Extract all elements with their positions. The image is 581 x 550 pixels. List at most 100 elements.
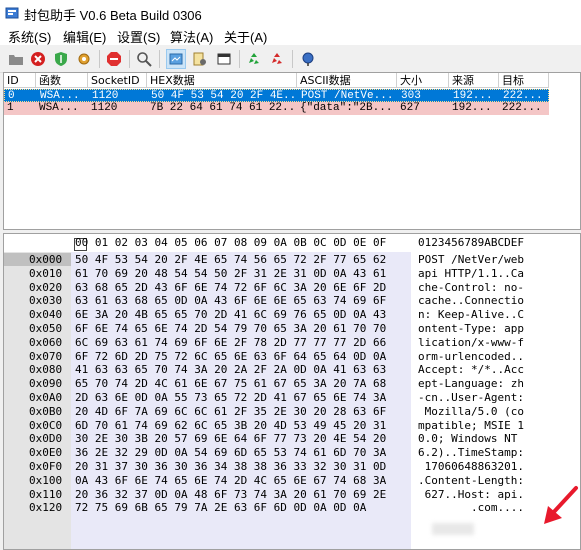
hex-bytes[interactable]: 50 4F 53 54 20 2F 4E 65 74 56 65 72 2F 7… — [75, 253, 386, 515]
menu-edit[interactable]: 编辑(E) — [63, 27, 106, 46]
hex-line: 2D 63 6E 0D 0A 55 73 65 72 2D 41 67 65 6… — [75, 390, 387, 404]
menu-system[interactable]: 系统(S) — [8, 27, 51, 46]
capture-icon[interactable] — [166, 49, 186, 69]
column-header-target[interactable]: 目标 — [499, 73, 549, 88]
packet-list[interactable]: ID 函数 SocketID HEX数据 ASCII数据 大小 来源 目标 0 … — [3, 72, 581, 230]
hex-column-header: 00 01 02 03 04 05 06 07 08 09 0A 0B 0C 0… — [75, 236, 387, 249]
ascii-line: Accept: */*..Acc — [418, 363, 524, 377]
ascii-line: ontent-Type: app — [418, 321, 524, 335]
hex-line: 72 75 69 6B 65 79 7A 2E 63 6F 6D 0D 0A 0… — [75, 501, 367, 515]
hex-offset: 0x090 — [29, 377, 63, 391]
redacted-region — [432, 523, 474, 535]
app-icon — [5, 7, 19, 19]
ascii-line: .com.... — [418, 501, 524, 515]
hex-line: 20 31 37 30 36 30 36 34 38 38 36 33 32 3… — [75, 459, 387, 473]
toolbar-separator — [239, 50, 240, 68]
ascii-line: lication/x-www-f — [418, 335, 524, 349]
ascii-line: 6.2)..TimeStamp: — [418, 446, 524, 460]
stop-sign-icon[interactable] — [104, 49, 124, 69]
cell-size: 627 — [400, 102, 420, 114]
hex-line: 41 63 63 65 70 74 3A 20 2A 2F 2A 0D 0A 4… — [75, 363, 387, 377]
hex-offset: 0x120 — [29, 501, 63, 515]
offset-list: 0x000 0x010 0x020 0x030 0x040 0x050 0x060 0x070… — [29, 253, 62, 515]
hex-line: 6C 69 63 61 74 69 6F 6E 2F 78 2D 77 77 7… — [75, 335, 387, 349]
column-header-socketid[interactable]: SocketID — [88, 73, 147, 88]
column-header-id[interactable]: ID — [4, 73, 36, 88]
hex-line: 61 70 69 20 48 54 54 50 2F 31 2E 31 0D 0… — [75, 266, 387, 280]
shield-icon[interactable] — [51, 49, 71, 69]
hex-offset: 0x110 — [29, 487, 63, 501]
ascii-line: 0.0; Windows NT — [418, 432, 524, 446]
window-title: 封包助手 V0.6 Beta Build 0306 — [24, 8, 202, 23]
window-icon[interactable] — [214, 49, 234, 69]
hex-line: 63 68 65 2D 43 6F 6E 74 72 6F 6C 3A 20 6… — [75, 280, 387, 294]
ascii-line: mpatible; MSIE 1 — [418, 418, 524, 432]
red-arrow-annotation — [544, 486, 578, 524]
column-header-function[interactable]: 函数 — [36, 73, 88, 88]
ascii-text[interactable]: POST /NetVer/web api HTTP/1.1..Ca che-Cont… — [418, 253, 524, 515]
settings-icon[interactable] — [190, 49, 210, 69]
hex-offset: 0x010 — [29, 266, 63, 280]
toolbar — [0, 45, 581, 73]
pin-icon[interactable] — [298, 49, 318, 69]
cell-hex: 7B 22 64 61 74 61 22... — [150, 102, 297, 114]
menu-about[interactable]: 关于(A) — [224, 27, 267, 46]
hex-line: 63 61 63 68 65 0D 0A 43 6F 6E 6E 65 63 7… — [75, 294, 387, 308]
hex-offset: 0x060 — [29, 335, 63, 349]
folder-icon[interactable] — [6, 49, 26, 69]
toolbar-separator — [99, 50, 100, 68]
menu-settings[interactable]: 设置(S) — [117, 27, 160, 46]
hex-line: 36 2E 32 29 0D 0A 54 69 6D 65 53 74 61 6… — [75, 446, 387, 460]
cell-ascii: {"data":"2B... — [300, 102, 393, 114]
hex-viewer[interactable]: 00 01 02 03 04 05 06 07 08 09 0A 0B 0C 0… — [3, 233, 581, 550]
hex-line: 6E 3A 20 4B 65 65 70 2D 41 6C 69 76 65 0… — [75, 308, 387, 322]
cell-id: 1 — [7, 102, 14, 114]
hex-offset: 0x020 — [29, 280, 63, 294]
hex-offset: 0x080 — [29, 363, 63, 377]
column-header-ascii[interactable]: ASCII数据 — [297, 73, 397, 88]
hex-line: 30 2E 30 3B 20 57 69 6E 64 6F 77 73 20 4… — [75, 432, 387, 446]
hex-offset: 0x030 — [29, 294, 63, 308]
hex-line: 0A 43 6F 6E 74 65 6E 74 2D 4C 65 6E 67 7… — [75, 473, 387, 487]
ascii-line: orm-urlencoded.. — [418, 349, 524, 363]
ascii-column-header: 0123456789ABCDEF — [418, 236, 524, 249]
recycle-green-icon[interactable] — [244, 49, 264, 69]
table-row[interactable]: 1 WSA... 1120 7B 22 64 61 74 61 22... {"… — [4, 102, 549, 115]
hex-line: 6F 6E 74 65 6E 74 2D 54 79 70 65 3A 20 6… — [75, 321, 387, 335]
recycle-red-icon[interactable] — [267, 49, 287, 69]
search-icon[interactable] — [134, 49, 154, 69]
column-header-hex[interactable]: HEX数据 — [147, 73, 297, 88]
stop-icon[interactable] — [28, 49, 48, 69]
column-header-source[interactable]: 来源 — [449, 73, 499, 88]
column-header-size[interactable]: 大小 — [397, 73, 449, 88]
ascii-line: che-Control: no- — [418, 280, 524, 294]
menu-algorithm[interactable]: 算法(A) — [170, 27, 213, 46]
ascii-line: n: Keep-Alive..C — [418, 308, 524, 322]
ascii-line: Mozilla/5.0 (co — [418, 404, 524, 418]
hex-offset: 0x0F0 — [29, 459, 63, 473]
hex-line: 20 4D 6F 7A 69 6C 6C 61 2F 35 2E 30 20 2… — [75, 404, 387, 418]
cell-socketid: 1120 — [91, 102, 118, 114]
ascii-line: POST /NetVer/web — [418, 253, 524, 266]
table-row[interactable]: 0 WSA... 1120 50 4F 53 54 20 2F 4E... PO… — [4, 89, 549, 102]
ascii-line: 627..Host: api. — [418, 487, 524, 501]
cell-function: WSA... — [39, 102, 79, 114]
hex-line: 20 36 32 37 0D 0A 48 6F 73 74 3A 20 61 7… — [75, 487, 387, 501]
hex-line: 50 4F 53 54 20 2F 4E 65 74 56 65 72 2F 7… — [75, 253, 387, 266]
ascii-line: api HTTP/1.1..Ca — [418, 266, 524, 280]
gear-icon[interactable] — [74, 49, 94, 69]
cell-target: 222... — [502, 102, 542, 114]
hex-header: 00 01 02 03 04 05 06 07 08 09 0A 0B 0C 0… — [4, 234, 580, 251]
hex-offset: 0x0B0 — [29, 404, 63, 418]
menu-bar: 系统(S) 编辑(E) 设置(S) 算法(A) 关于(A) — [0, 26, 581, 45]
ascii-line: ept-Language: zh — [418, 377, 524, 391]
hex-offset: 0x070 — [29, 349, 63, 363]
ascii-line: .Content-Length: — [418, 473, 524, 487]
hex-offset: 0x000 — [29, 253, 63, 266]
hex-line: 6F 72 6D 2D 75 72 6C 65 6E 63 6F 64 65 6… — [75, 349, 387, 363]
ascii-line: -cn..User-Agent: — [418, 390, 524, 404]
hex-offset: 0x0D0 — [29, 432, 63, 446]
hex-offset: 0x0E0 — [29, 446, 63, 460]
toolbar-separator — [159, 50, 160, 68]
toolbar-separator — [292, 50, 293, 68]
